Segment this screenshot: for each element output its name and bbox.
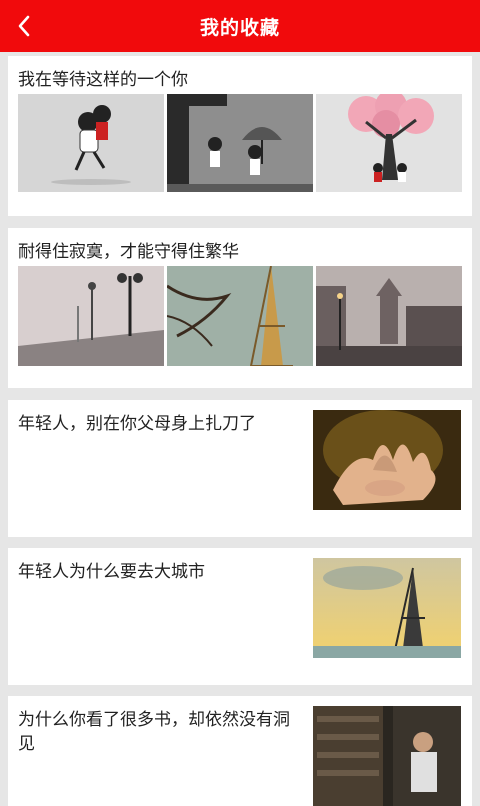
article-image <box>313 410 461 510</box>
article-image <box>316 266 462 366</box>
chevron-left-icon <box>18 15 30 37</box>
article-image <box>313 706 461 806</box>
article-card[interactable]: 年轻人，别在你父母身上扎刀了 <box>8 400 472 537</box>
article-title: 年轻人为什么要去大城市 <box>18 562 205 582</box>
app-header: 我的收藏 <box>0 0 480 52</box>
article-card[interactable]: 我在等待这样的一个你 <box>8 56 472 216</box>
article-title: 为什么你看了很多书，却依然没有洞见 <box>18 710 290 754</box>
article-title: 年轻人，别在你父母身上扎刀了 <box>18 414 256 434</box>
article-image <box>316 94 462 192</box>
article-image <box>313 558 461 658</box>
article-title: 我在等待这样的一个你 <box>18 70 188 90</box>
page-title: 我的收藏 <box>199 16 280 39</box>
article-title: 耐得住寂寞，才能守得住繁华 <box>18 242 239 262</box>
article-image <box>18 266 164 366</box>
back-button[interactable] <box>10 10 38 42</box>
article-card[interactable]: 为什么你看了很多书，却依然没有洞见 <box>8 696 472 806</box>
article-card[interactable]: 耐得住寂寞，才能守得住繁华 <box>8 228 472 388</box>
article-image <box>167 266 313 366</box>
article-card[interactable]: 年轻人为什么要去大城市 <box>8 548 472 685</box>
article-image <box>167 94 313 192</box>
article-image <box>18 94 164 192</box>
